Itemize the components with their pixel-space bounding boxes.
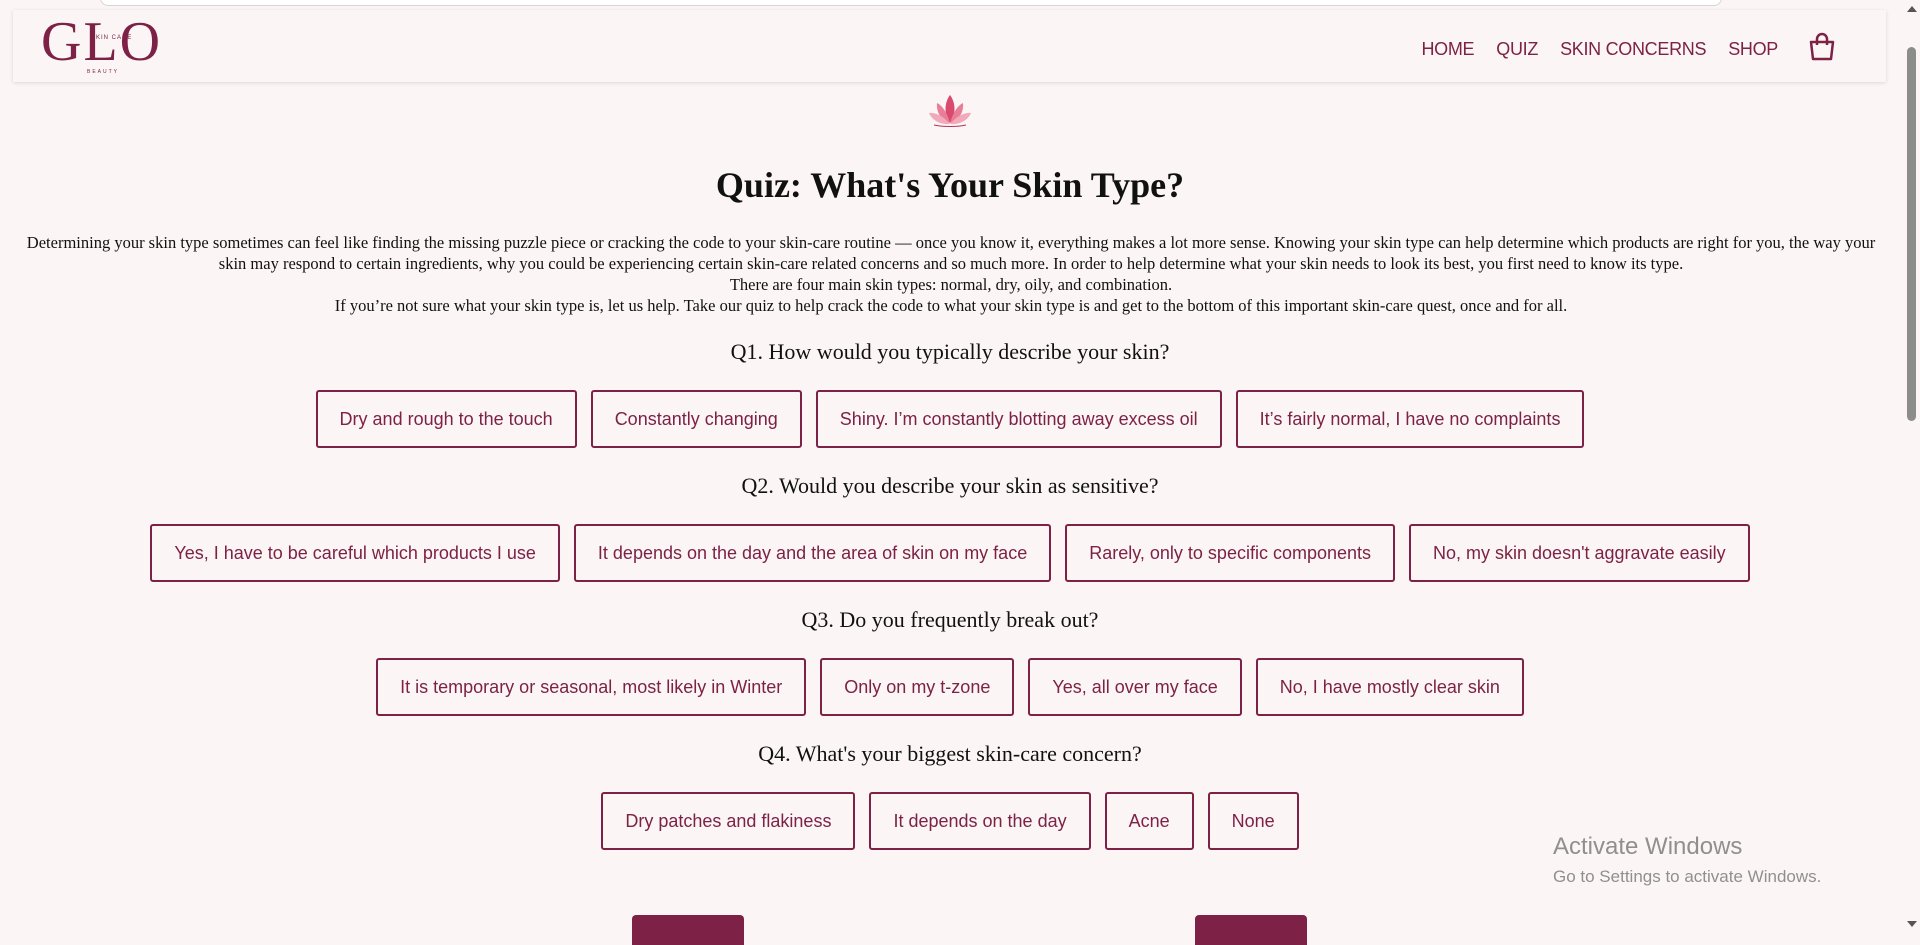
nav-home-link[interactable]: HOME [1421, 39, 1474, 60]
q4-answer-2-button[interactable]: It depends on the day [869, 792, 1091, 850]
shopping-bag-icon[interactable] [1808, 32, 1836, 62]
question-1-text: Q1. How would you typically describe you… [730, 339, 1170, 364]
q3-answer-2-button[interactable]: Only on my t-zone [820, 658, 1015, 716]
q2-answer-2-button[interactable]: It depends on the day and the area of sk… [573, 524, 1052, 582]
question-3-text: Q3. Do you frequently break out? [801, 607, 1099, 632]
q3-answer-3-button[interactable]: Yes, all over my face [1028, 658, 1242, 716]
q4-answer-3-button[interactable]: Acne [1104, 792, 1194, 850]
main-nav: HOME QUIZ SKIN CONCERNS SHOP [1421, 32, 1836, 62]
q1-answer-4-button[interactable]: It’s fairly normal, I have no complaints [1235, 390, 1585, 448]
lotus-icon [929, 95, 971, 127]
question-1-answers: Dry and rough to the touch Constantly ch… [0, 390, 1900, 448]
scroll-up-arrow-icon[interactable] [1907, 6, 1917, 12]
q2-answer-4-button[interactable]: No, my skin doesn't aggravate easily [1409, 524, 1750, 582]
page-title: Quiz: What's Your Skin Type? [715, 165, 1185, 205]
q1-answer-1-button[interactable]: Dry and rough to the touch [315, 390, 577, 448]
question-3-answers: It is temporary or seasonal, most likely… [0, 658, 1900, 716]
windows-activation-watermark: Activate Windows Go to Settings to activ… [1553, 833, 1821, 887]
q2-answer-3-button[interactable]: Rarely, only to specific components [1065, 524, 1396, 582]
question-2-text: Q2. Would you describe your skin as sens… [741, 473, 1159, 498]
watermark-subtitle: Go to Settings to activate Windows. [1553, 867, 1822, 886]
q3-answer-4-button[interactable]: No, I have mostly clear skin [1255, 658, 1524, 716]
vertical-scrollbar[interactable] [1903, 0, 1920, 933]
q1-answer-2-button[interactable]: Constantly changing [590, 390, 802, 448]
scrollbar-thumb[interactable] [1907, 47, 1916, 421]
logo-main-text: GLO [41, 12, 162, 73]
question-2-answers: Yes, I have to be careful which products… [0, 524, 1900, 582]
q4-answer-4-button[interactable]: None [1207, 792, 1299, 850]
scroll-down-arrow-icon[interactable] [1907, 921, 1917, 927]
q4-answer-1-button[interactable]: Dry patches and flakiness [601, 792, 856, 850]
logo-tag-text: BEAUTY [87, 69, 119, 75]
next-button[interactable] [1195, 915, 1307, 945]
previous-button[interactable] [632, 915, 744, 945]
glo-logo[interactable]: GLO SKIN CARE BEAUTY [37, 12, 177, 76]
question-4-text: Q4. What's your biggest skin-care concer… [758, 741, 1142, 766]
intro-paragraph: There are four main skin types: normal, … [729, 275, 1173, 294]
q1-answer-3-button[interactable]: Shiny. I’m constantly blotting away exce… [815, 390, 1222, 448]
intro-paragraph: Determining your skin type sometimes can… [26, 233, 1876, 273]
watermark-title: Activate Windows [1553, 833, 1743, 860]
browser-address-bar-edge [100, 0, 1722, 6]
navbar: GLO SKIN CARE BEAUTY HOME QUIZ SKIN CONC… [13, 10, 1886, 82]
intro-paragraph: If you’re not sure what your skin type i… [334, 296, 1568, 315]
nav-quiz-link[interactable]: QUIZ [1496, 39, 1538, 60]
nav-shop-link[interactable]: SHOP [1728, 39, 1778, 60]
intro-text: Determining your skin type sometimes can… [18, 232, 1884, 316]
nav-skin-concerns-link[interactable]: SKIN CONCERNS [1560, 39, 1706, 60]
q3-answer-1-button[interactable]: It is temporary or seasonal, most likely… [376, 658, 807, 716]
logo-sub-text: SKIN CARE [91, 35, 132, 41]
q2-answer-1-button[interactable]: Yes, I have to be careful which products… [150, 524, 560, 582]
